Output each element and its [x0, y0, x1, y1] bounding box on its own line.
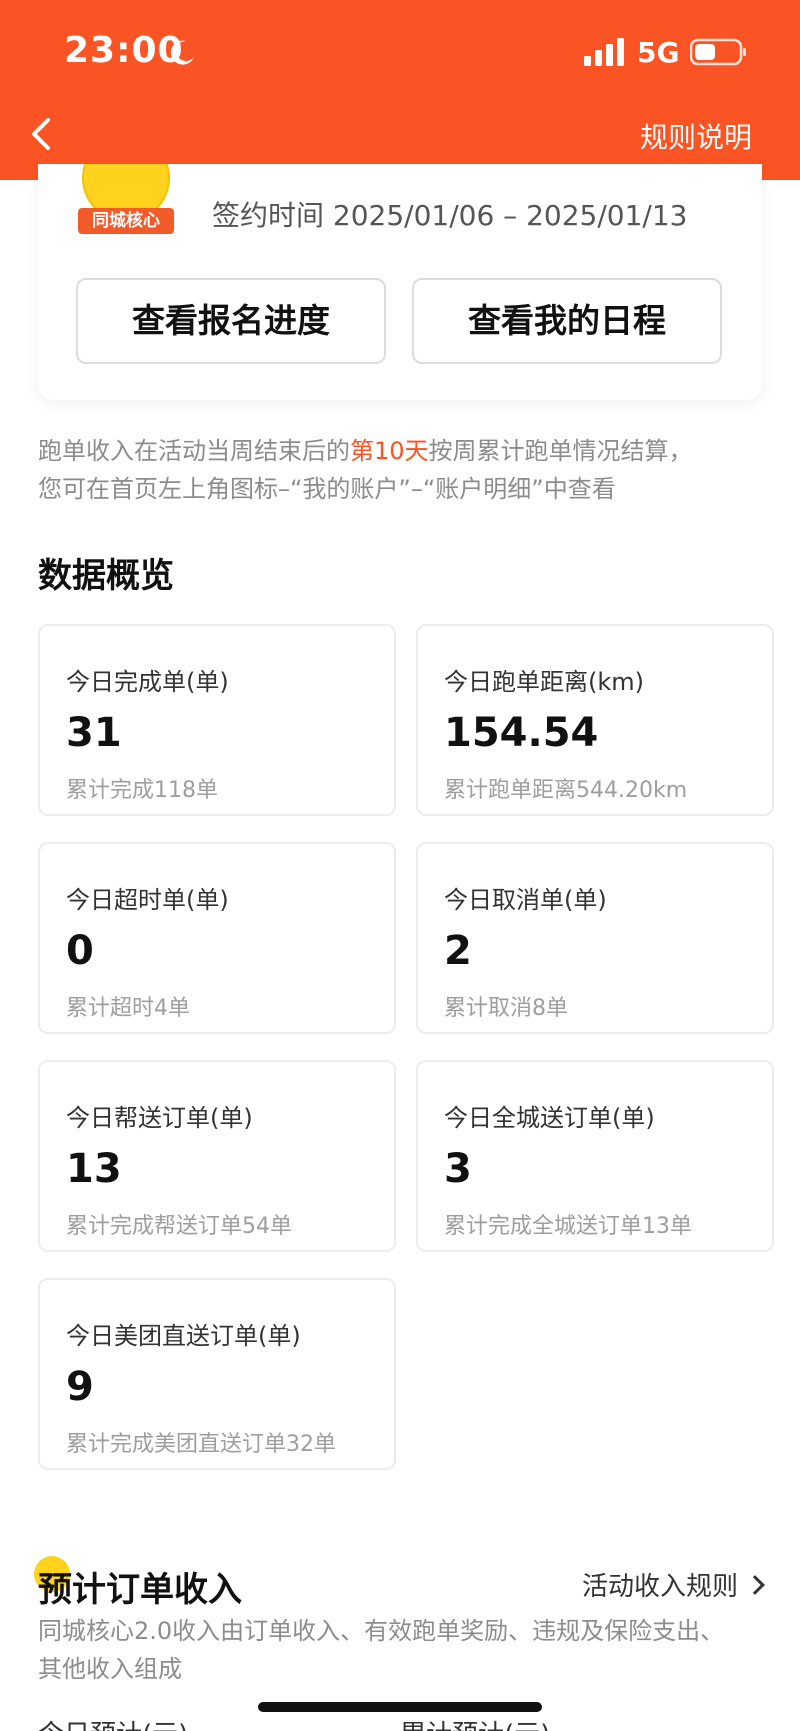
stat-card-distance: 今日跑单距离(km) 154.54 累计跑单距离544.20km: [416, 624, 774, 816]
stat-value: 2: [444, 928, 472, 974]
overview-title: 数据概览: [38, 556, 174, 596]
sign-time: 签约时间 2025/01/06 – 2025/01/13: [212, 199, 688, 232]
income-rules-link[interactable]: 活动收入规则: [581, 1566, 765, 1603]
income-title: 预计订单收入: [34, 1556, 242, 1611]
view-schedule-button[interactable]: 查看我的日程: [412, 278, 722, 364]
income-title-text: 预计订单收入: [38, 1570, 242, 1610]
stat-value: 31: [66, 710, 122, 756]
stat-label: 今日取消单(单): [444, 886, 607, 914]
avatar-badge: 同城核心: [78, 208, 174, 234]
stat-label: 今日跑单距离(km): [444, 668, 645, 696]
stat-value: 13: [66, 1146, 122, 1192]
stat-sub: 累计超时4单: [66, 996, 190, 1021]
note-text-1: 跑单收入在活动当周结束后的: [38, 437, 350, 465]
stat-sub: 累计跑单距离544.20km: [444, 778, 688, 803]
income-description: 同城核心2.0收入由订单收入、有效跑单奖励、违规及保险支出、其他收入组成: [38, 1617, 725, 1683]
stat-sub: 累计完成美团直送订单32单: [66, 1432, 336, 1457]
chevron-right-icon: [745, 1574, 765, 1595]
income-rules-label: 活动收入规则: [581, 1572, 738, 1602]
stat-card-help-delivery: 今日帮送订单(单) 13 累计完成帮送订单54单: [38, 1060, 396, 1252]
stat-value: 9: [66, 1364, 94, 1410]
app-header: 23:00 5G 规则说明: [0, 0, 800, 180]
stat-sub: 累计完成118单: [66, 778, 218, 803]
back-icon[interactable]: [28, 116, 56, 152]
battery-icon: [690, 38, 746, 66]
stat-value: 154.54: [444, 710, 599, 756]
settlement-note: 跑单收入在活动当周结束后的第10天按周累计跑单情况结算， 您可在首页左上角图标–…: [38, 432, 738, 508]
stat-label: 今日完成单(单): [66, 668, 229, 696]
stat-label: 今日全城送订单(单): [444, 1104, 655, 1132]
note-highlight: 第10天: [350, 437, 429, 465]
stat-sub: 累计完成全城送订单13单: [444, 1214, 692, 1239]
stat-label: 今日超时单(单): [66, 886, 229, 914]
stat-label: 今日帮送订单(单): [66, 1104, 253, 1132]
note-text-3: 您可在首页左上角图标–“我的账户”–“账户明细”中查看: [38, 475, 616, 503]
stat-card-citywide: 今日全城送订单(单) 3 累计完成全城送订单13单: [416, 1060, 774, 1252]
stat-card-completed: 今日完成单(单) 31 累计完成118单: [38, 624, 396, 816]
total-estimate-label: 累计预计(元): [400, 1714, 550, 1731]
stat-label: 今日美团直送订单(单): [66, 1322, 301, 1350]
stat-sub: 累计完成帮送订单54单: [66, 1214, 292, 1239]
network-label: 5G: [637, 36, 680, 69]
rules-link[interactable]: 规则说明: [640, 116, 752, 156]
signup-card: 同城核心 签约时间 2025/01/06 – 2025/01/13 查看报名进度…: [38, 164, 762, 400]
home-indicator: [258, 1702, 542, 1712]
moon-icon: [170, 40, 194, 65]
status-time: 23:00: [64, 30, 184, 71]
note-text-2: 按周累计跑单情况结算，: [428, 437, 693, 465]
stat-value: 0: [66, 928, 94, 974]
signal-icon: [584, 38, 624, 66]
stat-value: 3: [444, 1146, 472, 1192]
stat-card-direct-delivery: 今日美团直送订单(单) 9 累计完成美团直送订单32单: [38, 1278, 396, 1470]
stat-sub: 累计取消8单: [444, 996, 568, 1021]
stat-card-cancelled: 今日取消单(单) 2 累计取消8单: [416, 842, 774, 1034]
view-progress-button[interactable]: 查看报名进度: [76, 278, 386, 364]
avatar: 同城核心: [76, 164, 176, 238]
stat-card-timeout: 今日超时单(单) 0 累计超时4单: [38, 842, 396, 1034]
today-estimate-label: 今日预计(元): [38, 1714, 188, 1731]
